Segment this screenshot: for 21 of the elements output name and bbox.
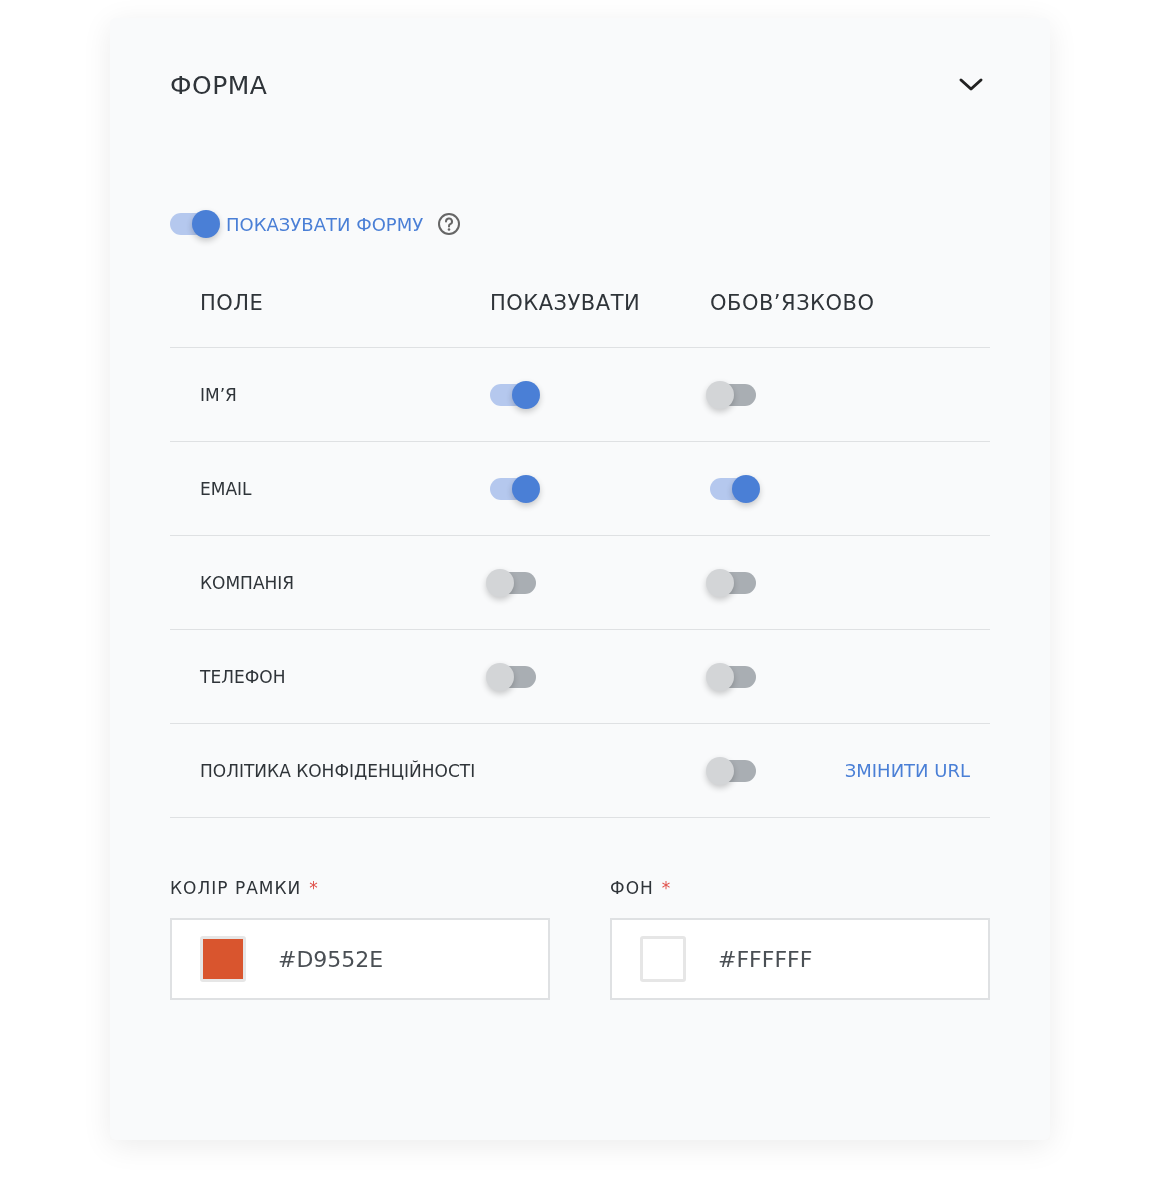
show-form-label: ПОКАЗУВАТИ ФОРМУ [226, 213, 424, 235]
required-asterisk: * [661, 878, 672, 898]
field-name: ІМ’Я [199, 384, 238, 405]
field-name: ПОЛІТИКА КОНФІДЕНЦІЙНОСТІ [199, 760, 477, 781]
panel-title: ФОРМА [170, 70, 268, 100]
column-header: ОБОВ’ЯЗКОВО [710, 291, 876, 315]
field-name: EMAIL [199, 478, 253, 499]
change-url-link[interactable]: ЗМІНИТИ URL [844, 760, 970, 781]
color-swatch[interactable] [640, 936, 686, 982]
chevron-icon[interactable] [958, 77, 984, 93]
field-label: КОЛІР РАМКИ [170, 878, 302, 898]
help-icon[interactable] [437, 212, 462, 236]
required-asterisk: * [309, 878, 319, 898]
color-swatch[interactable] [200, 936, 246, 982]
color-input[interactable]: #FFFFFF [610, 918, 990, 1000]
field-name: КОМПАНІЯ [199, 572, 296, 593]
field-label: ФОН [610, 878, 654, 898]
field-name: ТЕЛЕФОН [199, 666, 287, 687]
column-header: ПОЛЕ [199, 291, 265, 315]
color-input[interactable]: #D9552E [170, 918, 550, 1000]
column-header: ПОКАЗУВАТИ [490, 291, 642, 315]
